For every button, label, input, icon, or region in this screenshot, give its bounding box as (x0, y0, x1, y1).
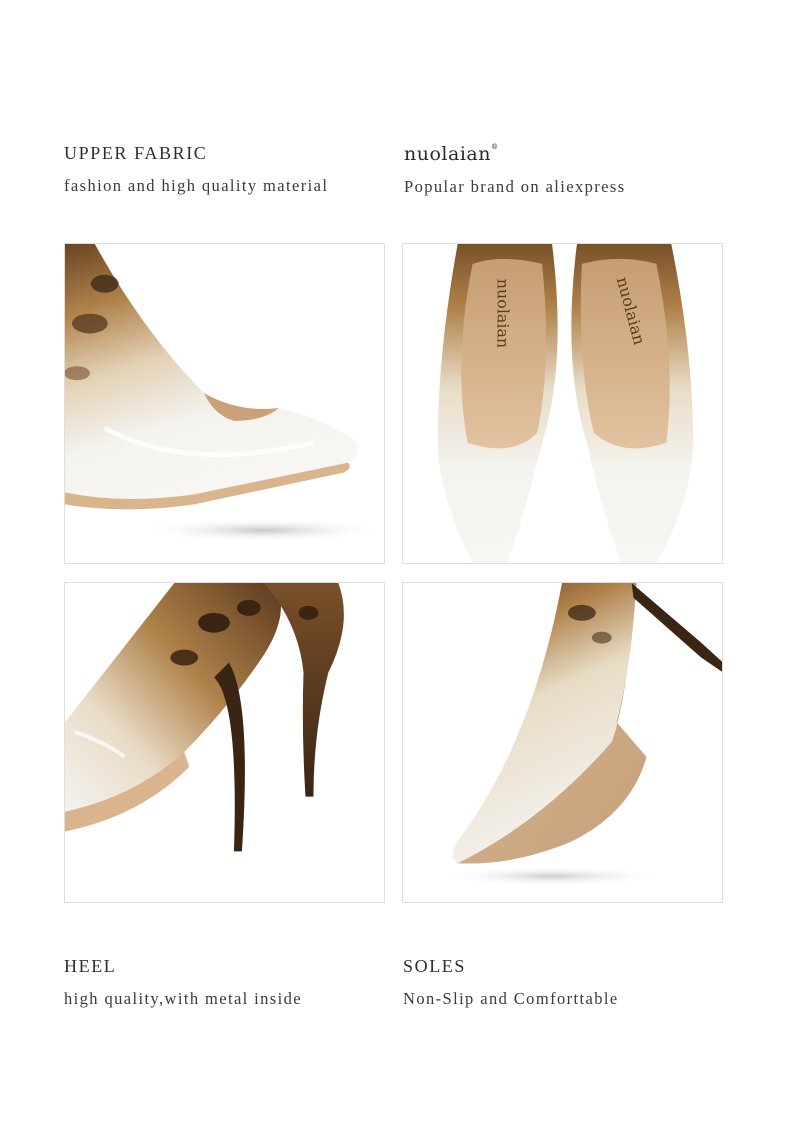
side-view-photo (64, 243, 385, 564)
upper-fabric-caption: UPPER FABRIC fashion and high quality ma… (64, 143, 328, 196)
brand-caption: nuolaian® Popular brand on aliexpress (404, 143, 626, 197)
heel-subtitle: high quality,with metal inside (64, 989, 302, 1008)
heel-view-photo (64, 582, 385, 903)
upper-fabric-title: UPPER FABRIC (64, 143, 208, 163)
soles-caption: SOLES Non-Slip and Comforttable (403, 956, 619, 1009)
front-view-photo: nuolaian nuolaian (402, 243, 723, 564)
product-detail-page: { "features": { "upper_fabric": { "title… (0, 0, 790, 1130)
sole-view-shoe-illustration (437, 583, 722, 887)
trademark-symbol: ® (490, 143, 499, 151)
heel-title: HEEL (64, 956, 117, 976)
side-view-shoe-illustration (65, 244, 384, 543)
sole-view-photo (402, 582, 723, 903)
soles-subtitle: Non-Slip and Comforttable (403, 989, 619, 1008)
brand-logo: nuolaian® (404, 143, 626, 165)
upper-fabric-subtitle: fashion and high quality material (64, 176, 329, 195)
front-view-shoe-illustration: nuolaian nuolaian (437, 244, 694, 563)
left-insole-print: nuolaian (493, 279, 512, 348)
brand-logo-text: nuolaian (404, 143, 491, 165)
heel-view-shoe-illustration (65, 583, 344, 852)
soles-title: SOLES (403, 956, 467, 976)
brand-subtitle: Popular brand on aliexpress (404, 177, 626, 196)
heel-caption: HEEL high quality,with metal inside (64, 956, 302, 1009)
